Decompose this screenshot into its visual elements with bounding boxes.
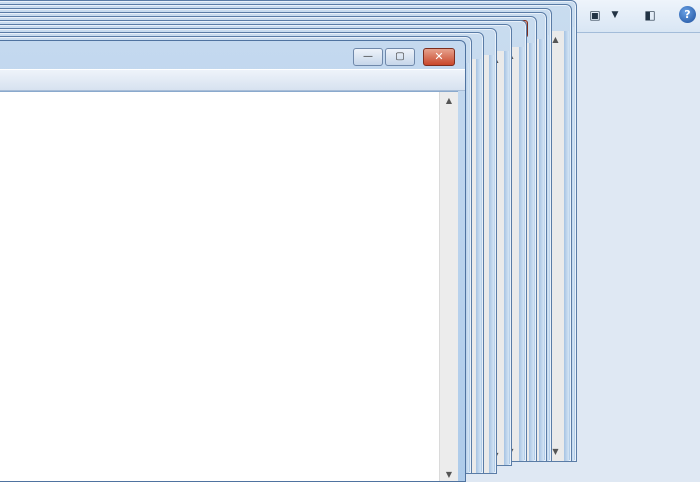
vertical-scrollbar[interactable]: ▲ ▼: [439, 92, 458, 481]
document-area[interactable]: ▲ ▼: [0, 91, 458, 481]
close-button[interactable]: ✕: [423, 48, 455, 66]
picture-icon[interactable]: ▣: [585, 6, 605, 24]
help-icon[interactable]: ?: [679, 6, 696, 23]
scroll-up-icon[interactable]: ▲: [440, 96, 458, 105]
dropdown-arrow-icon[interactable]: ▼: [605, 6, 625, 24]
scroll-down-icon[interactable]: ▼: [440, 470, 458, 479]
minimize-button[interactable]: —: [353, 48, 383, 66]
active-window[interactable]: — ▢ ✕ ▲ ▼: [0, 40, 466, 482]
maximize-button[interactable]: ▢: [385, 48, 415, 66]
menu-bar: [0, 69, 465, 91]
pane-icon[interactable]: ◧: [640, 6, 660, 24]
